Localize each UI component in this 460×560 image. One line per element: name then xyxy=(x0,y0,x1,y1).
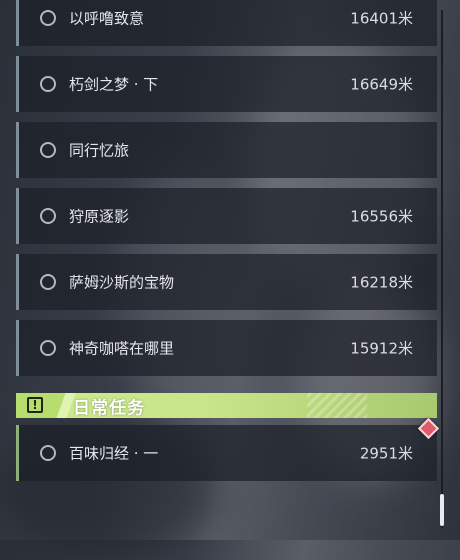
quest-distance: 16649米 xyxy=(350,75,413,94)
daily-quest-header[interactable]: ! 日常任务 xyxy=(16,393,437,418)
quest-distance: 15912米 xyxy=(350,339,413,358)
quest-item[interactable]: 萨姆沙斯的宝物 16218米 xyxy=(16,254,437,310)
daily-quest-item[interactable]: 百味归经 · 一 2951米 xyxy=(16,425,437,481)
quest-item[interactable]: 朽剑之梦 · 下 16649米 xyxy=(16,56,437,112)
circle-icon xyxy=(40,142,56,158)
quest-list: 以呼噜致意 16401米 朽剑之梦 · 下 16649米 同行忆旅 狩原逐影 1… xyxy=(0,0,460,540)
quest-name: 以呼噜致意 xyxy=(69,9,145,28)
circle-icon xyxy=(40,340,56,356)
circle-icon xyxy=(40,76,56,92)
quest-name: 萨姆沙斯的宝物 xyxy=(69,273,175,292)
quest-item[interactable]: 狩原逐影 16556米 xyxy=(16,188,437,244)
quest-name: 神奇咖嗒在哪里 xyxy=(69,339,175,358)
section-stripes xyxy=(307,393,367,418)
circle-icon xyxy=(40,208,56,224)
circle-icon xyxy=(40,274,56,290)
scrollbar-track[interactable] xyxy=(441,10,443,528)
exclamation-icon: ! xyxy=(27,397,43,413)
quest-distance: 16401米 xyxy=(350,9,413,28)
section-title: 日常任务 xyxy=(73,398,145,418)
scrollbar-thumb[interactable] xyxy=(440,494,444,526)
quest-distance: 2951米 xyxy=(359,444,413,463)
quest-name: 狩原逐影 xyxy=(69,207,130,226)
quest-item[interactable]: 神奇咖嗒在哪里 15912米 xyxy=(16,320,437,376)
quest-distance: 16218米 xyxy=(350,273,413,292)
quest-item[interactable]: 以呼噜致意 16401米 xyxy=(16,0,437,46)
quest-distance: 16556米 xyxy=(350,207,413,226)
circle-icon xyxy=(40,10,56,26)
quest-item[interactable]: 同行忆旅 xyxy=(16,122,437,178)
circle-icon xyxy=(40,445,56,461)
quest-name: 朽剑之梦 · 下 xyxy=(69,75,159,94)
quest-name: 百味归经 · 一 xyxy=(69,444,159,463)
quest-name: 同行忆旅 xyxy=(69,141,130,160)
